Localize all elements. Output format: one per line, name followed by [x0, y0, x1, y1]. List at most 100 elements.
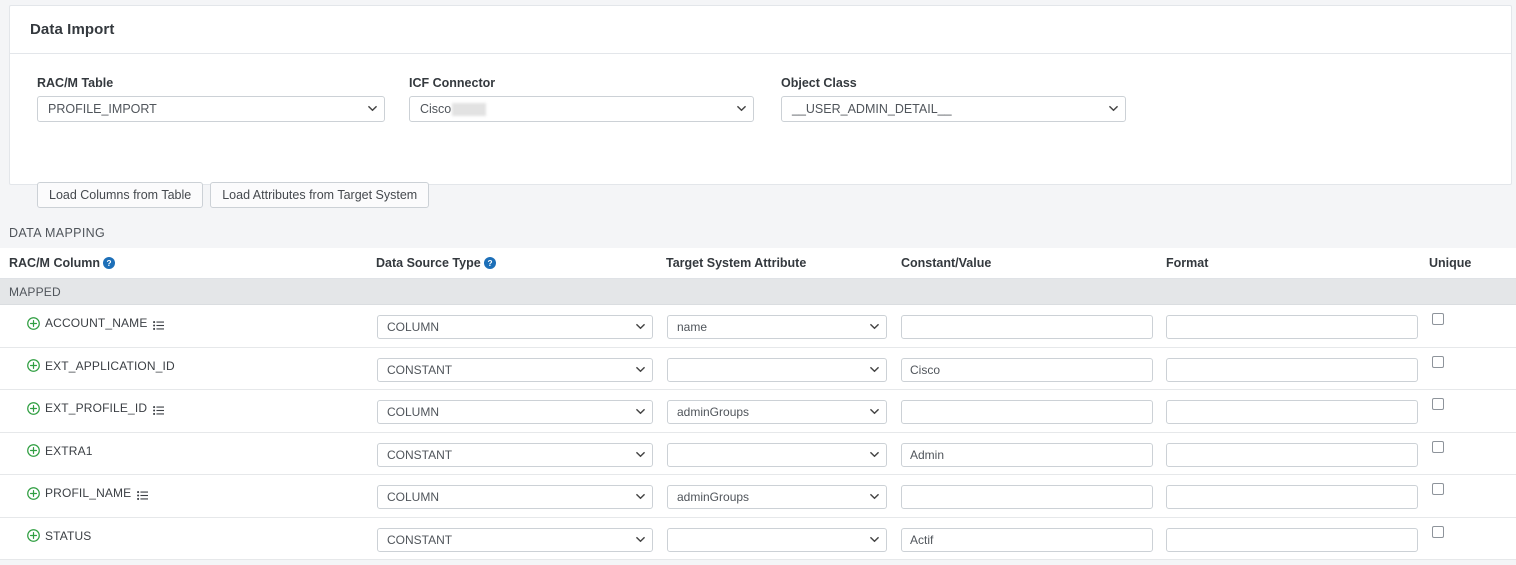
card-header: Data Import — [10, 6, 1511, 54]
help-icon[interactable]: ? — [102, 257, 115, 269]
add-icon[interactable] — [27, 444, 40, 457]
list-icon[interactable] — [153, 403, 165, 415]
data-source-type-select[interactable]: COLUMN — [377, 485, 653, 509]
unique-checkbox[interactable] — [1432, 398, 1444, 410]
group-row-label: MAPPED — [9, 285, 61, 299]
format-input[interactable] — [1166, 400, 1418, 424]
racm-column-name: ACCOUNT_NAME — [45, 316, 148, 330]
column-header-racm-column: RAC/M Column? — [9, 256, 115, 270]
unique-checkbox[interactable] — [1432, 440, 1444, 453]
data-import-card: Data Import RAC/M Table PROFILE_IMPORT I… — [9, 5, 1512, 208]
data-source-type-cell: CONSTANT — [377, 357, 653, 382]
table-body: ACCOUNT_NAME COLUMN name EXT_APPLICATION… — [0, 305, 1516, 560]
format-input[interactable] — [1166, 357, 1418, 382]
field-racm-table: RAC/M Table PROFILE_IMPORT — [37, 76, 385, 122]
target-system-attribute-select[interactable] — [667, 527, 887, 552]
constant-value-input[interactable] — [901, 315, 1153, 339]
unique-cell — [1432, 525, 1444, 538]
format-cell — [1166, 315, 1418, 339]
field-icf-connector: ICF Connector Cisco — [409, 76, 754, 122]
target-system-attribute-cell — [667, 442, 887, 467]
format-cell — [1166, 442, 1418, 467]
data-source-type-select[interactable]: CONSTANT — [377, 357, 653, 382]
add-icon[interactable] — [27, 486, 40, 500]
target-system-attribute-select[interactable]: adminGroups — [667, 485, 887, 509]
data-source-type-cell: COLUMN — [377, 485, 653, 509]
constant-value-input[interactable] — [901, 442, 1153, 467]
column-header-format: Format — [1166, 256, 1209, 270]
list-icon[interactable] — [137, 488, 149, 500]
table-row: ACCOUNT_NAME COLUMN name — [0, 305, 1516, 348]
target-system-attribute-select[interactable] — [667, 442, 887, 467]
unique-checkbox[interactable] — [1432, 355, 1444, 368]
format-input[interactable] — [1166, 315, 1418, 339]
data-source-type-select[interactable]: CONSTANT — [377, 527, 653, 552]
icf-connector-select[interactable]: Cisco — [409, 96, 754, 122]
help-icon[interactable]: ? — [483, 257, 496, 269]
action-button-row: Load Columns from Table Load Attributes … — [37, 182, 430, 208]
racm-table-value: PROFILE_IMPORT — [48, 102, 157, 116]
add-icon[interactable] — [27, 401, 40, 415]
target-system-attribute-cell — [667, 527, 887, 552]
unique-cell — [1432, 398, 1444, 410]
chevron-down-icon — [368, 104, 377, 113]
unique-checkbox[interactable] — [1432, 483, 1444, 495]
target-system-attribute-cell: name — [667, 315, 887, 339]
object-class-select[interactable]: __USER_ADMIN_DETAIL__ — [781, 96, 1126, 122]
data-source-type-value: COLUMN — [387, 320, 440, 334]
constant-value-cell — [901, 485, 1153, 509]
list-icon[interactable] — [153, 318, 165, 330]
format-input[interactable] — [1166, 485, 1418, 509]
unique-checkbox[interactable] — [1432, 313, 1444, 325]
data-source-type-cell: COLUMN — [377, 400, 653, 424]
constant-value-cell — [901, 527, 1153, 552]
object-class-value: __USER_ADMIN_DETAIL__ — [792, 102, 952, 116]
table-row: EXT_APPLICATION_ID CONSTANT — [0, 347, 1516, 390]
chevron-down-icon — [636, 322, 645, 331]
load-attributes-from-target-system-button[interactable]: Load Attributes from Target System — [210, 182, 430, 208]
column-header-data-source-type: Data Source Type? — [376, 256, 496, 270]
column-header-constant-value: Constant/Value — [901, 256, 992, 270]
load-columns-from-table-button[interactable]: Load Columns from Table — [37, 182, 204, 208]
data-source-type-select[interactable]: COLUMN — [377, 315, 653, 339]
constant-value-cell — [901, 315, 1153, 339]
column-header-target-system-attribute: Target System Attribute — [666, 256, 807, 270]
target-system-attribute-value: name — [677, 320, 708, 334]
data-source-type-value: COLUMN — [387, 490, 440, 504]
chevron-down-icon — [636, 492, 645, 501]
add-icon[interactable] — [27, 529, 40, 542]
chevron-down-icon — [636, 450, 645, 459]
racm-table-select[interactable]: PROFILE_IMPORT — [37, 96, 385, 122]
racm-column-name: PROFIL_NAME — [45, 486, 132, 500]
constant-value-input[interactable] — [901, 527, 1153, 552]
data-source-type-select[interactable]: COLUMN — [377, 400, 653, 424]
data-source-type-select[interactable]: CONSTANT — [377, 442, 653, 467]
unique-checkbox[interactable] — [1432, 525, 1444, 538]
data-mapping-grid: RAC/M Column? Data Source Type? Target S… — [0, 248, 1516, 560]
target-system-attribute-value: adminGroups — [677, 405, 750, 419]
chevron-down-icon — [870, 450, 879, 459]
chevron-down-icon — [737, 104, 746, 113]
constant-value-input[interactable] — [901, 485, 1153, 509]
table-header-row: RAC/M Column? Data Source Type? Target S… — [0, 248, 1516, 279]
target-system-attribute-select[interactable]: name — [667, 315, 887, 339]
chevron-down-icon — [870, 492, 879, 501]
format-input[interactable] — [1166, 527, 1418, 552]
label-icf-connector: ICF Connector — [409, 76, 496, 90]
format-cell — [1166, 527, 1418, 552]
chevron-down-icon — [636, 407, 645, 416]
constant-value-input[interactable] — [901, 357, 1153, 382]
add-icon[interactable] — [27, 359, 40, 372]
column-header-unique: Unique — [1429, 256, 1472, 270]
format-cell — [1166, 485, 1418, 509]
constant-value-cell — [901, 442, 1153, 467]
svg-text:?: ? — [106, 259, 111, 268]
format-input[interactable] — [1166, 442, 1418, 467]
target-system-attribute-select[interactable]: adminGroups — [667, 400, 887, 424]
constant-value-input[interactable] — [901, 400, 1153, 424]
chevron-down-icon — [870, 322, 879, 331]
target-system-attribute-select[interactable] — [667, 357, 887, 382]
data-source-type-cell: COLUMN — [377, 315, 653, 339]
add-icon[interactable] — [27, 316, 40, 330]
data-source-type-cell: CONSTANT — [377, 442, 653, 467]
